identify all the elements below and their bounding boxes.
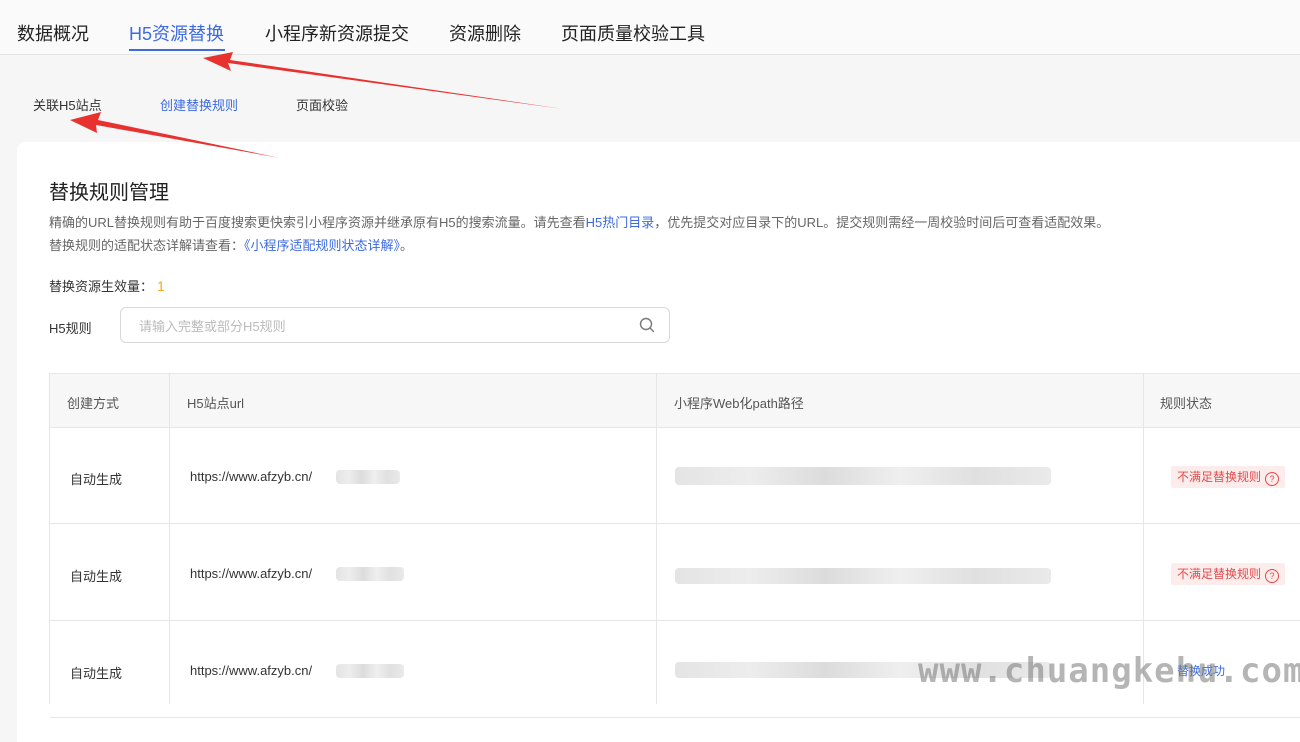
description-line-2: 替换规则的适配状态详解请查看：《小程序适配规则状态详解》。 (49, 235, 413, 254)
cell-url: https://www.afzyb.cn/ (190, 566, 313, 581)
tab-h5-replace[interactable]: H5资源替换 (129, 20, 224, 46)
effective-count-value: 1 (157, 278, 165, 294)
tab-resource-delete[interactable]: 资源删除 (449, 20, 521, 46)
blurred-url-part (336, 567, 404, 581)
search-box (120, 307, 670, 344)
watermark: www.chuangkehu.com (918, 651, 1300, 691)
table-row: 自动生成 https://www.afzyb.cn/ 不满足替换规则? (50, 427, 1300, 524)
table-header: 创建方式 H5站点url 小程序Web化path路径 规则状态 (50, 374, 1300, 428)
effective-count-label: 替换资源生效量： (49, 279, 154, 294)
column-divider (656, 374, 657, 704)
subtab-page-check[interactable]: 页面校验 (296, 95, 348, 114)
top-tab-bar: 数据概况 H5资源替换 小程序新资源提交 资源删除 页面质量校验工具 (0, 0, 1300, 55)
description-line-1: 精确的URL替换规则有助于百度搜索更快索引小程序资源并继承原有H5的搜索流量。请… (49, 212, 1109, 231)
status-badge: 不满足替换规则? (1171, 563, 1286, 585)
status-text: 不满足替换规则 (1177, 567, 1262, 581)
cell-url: https://www.afzyb.cn/ (190, 469, 313, 484)
table-row: 自动生成 https://www.afzyb.cn/ 不满足替换规则? (50, 524, 1300, 621)
rule-status-doc-link[interactable]: 《小程序适配规则状态详解》 (244, 238, 400, 253)
blurred-url-part (336, 664, 404, 678)
cell-url: https://www.afzyb.cn/ (190, 663, 313, 678)
tab-new-resource-submit[interactable]: 小程序新资源提交 (265, 20, 409, 46)
blurred-path (675, 467, 1051, 485)
subtab-create-rule[interactable]: 创建替换规则 (160, 95, 238, 114)
cell-method: 自动生成 (70, 666, 123, 681)
column-divider (169, 374, 170, 704)
active-tab-indicator (129, 49, 225, 51)
effective-count: 替换资源生效量： 1 (49, 276, 165, 295)
hot-directory-link[interactable]: H5热门目录 (586, 215, 655, 230)
help-icon[interactable]: ? (1265, 472, 1280, 486)
header-h5-url: H5站点url (187, 396, 245, 411)
page-title: 替换规则管理 (49, 182, 169, 204)
red-arrow-icon (203, 52, 563, 109)
help-icon[interactable]: ? (1265, 569, 1280, 583)
search-input[interactable] (137, 308, 631, 344)
header-status: 规则状态 (1160, 396, 1213, 411)
desc1-text-b: ，优先提交对应目录下的URL。提交规则需经一周校验时间后可查看适配效果。 (654, 215, 1110, 230)
tab-page-quality-tool[interactable]: 页面质量校验工具 (561, 20, 705, 46)
header-path: 小程序Web化path路径 (674, 396, 804, 411)
cell-method: 自动生成 (70, 472, 123, 487)
blurred-url-part (336, 470, 400, 484)
status-text: 不满足替换规则 (1177, 470, 1262, 484)
h5-rule-label: H5规则 (49, 321, 92, 336)
cell-method: 自动生成 (70, 569, 123, 584)
search-icon[interactable] (639, 317, 655, 333)
desc2-text-b: 。 (400, 238, 414, 253)
subtab-link-h5-site[interactable]: 关联H5站点 (33, 95, 102, 114)
blurred-path (675, 568, 1051, 584)
desc1-text-a: 精确的URL替换规则有助于百度搜索更快索引小程序资源并继承原有H5的搜索流量。请… (49, 215, 586, 230)
desc2-text-a: 替换规则的适配状态详解请查看： (49, 238, 245, 253)
tab-data-overview[interactable]: 数据概况 (17, 20, 89, 46)
header-method: 创建方式 (67, 396, 120, 411)
status-badge: 不满足替换规则? (1171, 466, 1286, 488)
